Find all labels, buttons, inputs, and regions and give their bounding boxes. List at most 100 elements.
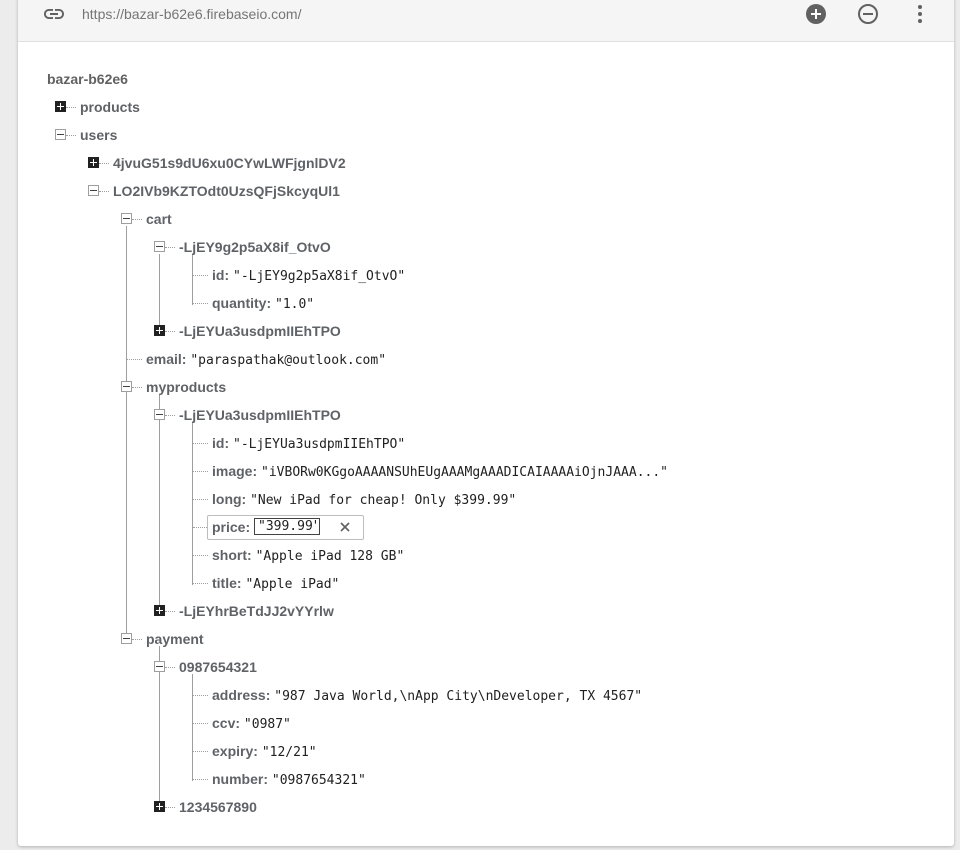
leaf-value[interactable]: "paraspathak@outlook.com": [190, 353, 386, 368]
collapse-icon[interactable]: [88, 185, 99, 196]
tree-line: [165, 667, 175, 668]
leaf-value[interactable]: "-LjEYUa3usdpmIIEhTPO": [233, 437, 405, 452]
tree-line: [193, 779, 208, 780]
tree-line: [165, 807, 175, 808]
leaf-value[interactable]: "iVBORw0KGgoAAAANSUhEUgAAAMgAAADICAIAAAA…: [261, 465, 668, 480]
tree-line: [165, 331, 175, 332]
node-key-product[interactable]: -LjEYUa3usdpmIIEhTPO: [179, 406, 341, 424]
leaf-key: price:: [212, 519, 251, 535]
leaf-row[interactable]: short: "Apple iPad 128 GB": [212, 546, 404, 566]
tree-line: [193, 527, 207, 528]
leaf-key: long:: [212, 491, 247, 507]
tree-line: [193, 583, 208, 584]
expand-icon[interactable]: [154, 801, 165, 812]
tree-line: [127, 359, 142, 360]
tree-line: [99, 163, 109, 164]
tree-root-key[interactable]: bazar-b62e6: [47, 70, 128, 88]
tree-line: [132, 219, 142, 220]
node-key-user[interactable]: 4jvuG51s9dU6xu0CYwLWFjgnlDV2: [113, 154, 346, 172]
expand-icon[interactable]: [88, 157, 99, 168]
expand-icon[interactable]: [154, 605, 165, 616]
tree-line: [159, 254, 160, 333]
leaf-row[interactable]: expiry: "12/21": [212, 742, 317, 762]
node-key-myproducts[interactable]: myproducts: [146, 378, 226, 396]
tree-line: [193, 471, 208, 472]
leaf-key: email:: [146, 351, 187, 367]
node-key-cart-item[interactable]: -LjEY9g2p5aX8if_OtvO: [179, 238, 331, 256]
tree-line: [192, 254, 193, 305]
collapse-icon[interactable]: [121, 633, 132, 644]
leaf-row[interactable]: id: "-LjEY9g2p5aX8if_OtvO": [212, 266, 405, 286]
tree-line: [193, 275, 208, 276]
collapse-icon[interactable]: [154, 661, 165, 672]
price-value-input[interactable]: [254, 518, 320, 535]
leaf-row[interactable]: image: "iVBORw0KGgoAAAANSUhEUgAAAMgAAADI…: [212, 462, 668, 482]
collapse-icon[interactable]: [154, 241, 165, 252]
leaf-key: id:: [212, 435, 230, 451]
collapse-icon[interactable]: [154, 409, 165, 420]
remove-icon[interactable]: [856, 2, 880, 26]
tree-line: [193, 723, 208, 724]
tree-line: [126, 226, 127, 641]
leaf-key: expiry:: [212, 743, 258, 759]
node-key-payment[interactable]: payment: [146, 630, 204, 648]
leaf-row[interactable]: quantity: "1.0": [212, 294, 314, 314]
tree-line: [192, 422, 193, 585]
node-key-products[interactable]: products: [80, 98, 140, 116]
tree-line: [99, 191, 109, 192]
collapse-icon[interactable]: [121, 381, 132, 392]
leaf-value[interactable]: "12/21": [262, 745, 317, 760]
tree-line: [159, 394, 160, 613]
leaf-value[interactable]: "987 Java World,\nApp City\nDeveloper, T…: [274, 689, 642, 704]
tree-line: [192, 674, 193, 781]
leaf-key: address:: [212, 687, 271, 703]
database-url[interactable]: https://bazar-b62e6.firebaseio.com/: [82, 5, 301, 23]
link-icon[interactable]: [42, 5, 66, 23]
tree-line: [132, 639, 142, 640]
leaf-row[interactable]: id: "-LjEYUa3usdpmIIEhTPO": [212, 434, 405, 454]
tree-line: [132, 387, 142, 388]
node-key-product[interactable]: -LjEYhrBeTdJJ2vYYrlw: [179, 602, 334, 620]
tree-line: [193, 499, 208, 500]
price-edit-row[interactable]: price:: [207, 515, 364, 540]
add-icon[interactable]: [804, 2, 828, 26]
node-key-cart[interactable]: cart: [146, 210, 172, 228]
leaf-value[interactable]: "Apple iPad 128 GB": [256, 549, 405, 564]
leaf-value[interactable]: "1.0": [275, 297, 314, 312]
leaf-key: number:: [212, 771, 268, 787]
leaf-row[interactable]: ccv: "0987": [212, 714, 291, 734]
leaf-row[interactable]: number: "0987654321": [212, 770, 366, 790]
leaf-row[interactable]: address: "987 Java World,\nApp City\nDev…: [212, 686, 642, 706]
tree-line: [193, 695, 208, 696]
leaf-row[interactable]: long: "New iPad for cheap! Only $399.99": [212, 490, 516, 510]
tree-line: [165, 247, 175, 248]
collapse-icon[interactable]: [121, 213, 132, 224]
node-key-cart-item[interactable]: -LjEYUa3usdpmIIEhTPO: [179, 322, 341, 340]
node-key-card[interactable]: 0987654321: [179, 658, 257, 676]
leaf-value[interactable]: "-LjEY9g2p5aX8if_OtvO": [233, 269, 405, 284]
node-key-card[interactable]: 1234567890: [179, 798, 257, 816]
tree-line: [193, 751, 208, 752]
leaf-row[interactable]: title: "Apple iPad": [212, 574, 339, 594]
node-key-users[interactable]: users: [80, 126, 117, 144]
leaf-value[interactable]: "0987": [244, 717, 291, 732]
tree-line: [66, 135, 76, 136]
url-bar: https://bazar-b62e6.firebaseio.com/: [18, 0, 954, 42]
leaf-row[interactable]: email: "paraspathak@outlook.com": [146, 350, 386, 370]
leaf-key: ccv:: [212, 715, 241, 731]
tree-line: [165, 415, 175, 416]
leaf-value[interactable]: "0987654321": [272, 773, 366, 788]
leaf-key: short:: [212, 547, 252, 563]
node-key-user[interactable]: LO2IVb9KZTOdt0UzsQFjSkcyqUl1: [113, 182, 340, 200]
expand-icon[interactable]: [154, 325, 165, 336]
leaf-value[interactable]: "New iPad for cheap! Only $399.99": [250, 493, 516, 508]
leaf-key: quantity:: [212, 295, 272, 311]
close-icon[interactable]: [338, 520, 352, 534]
more-vert-icon[interactable]: [908, 2, 932, 26]
tree-line: [193, 555, 208, 556]
leaf-value[interactable]: "Apple iPad": [245, 577, 339, 592]
expand-icon[interactable]: [55, 101, 66, 112]
tree-line: [66, 107, 76, 108]
leaf-key: title:: [212, 575, 242, 591]
collapse-icon[interactable]: [55, 129, 66, 140]
